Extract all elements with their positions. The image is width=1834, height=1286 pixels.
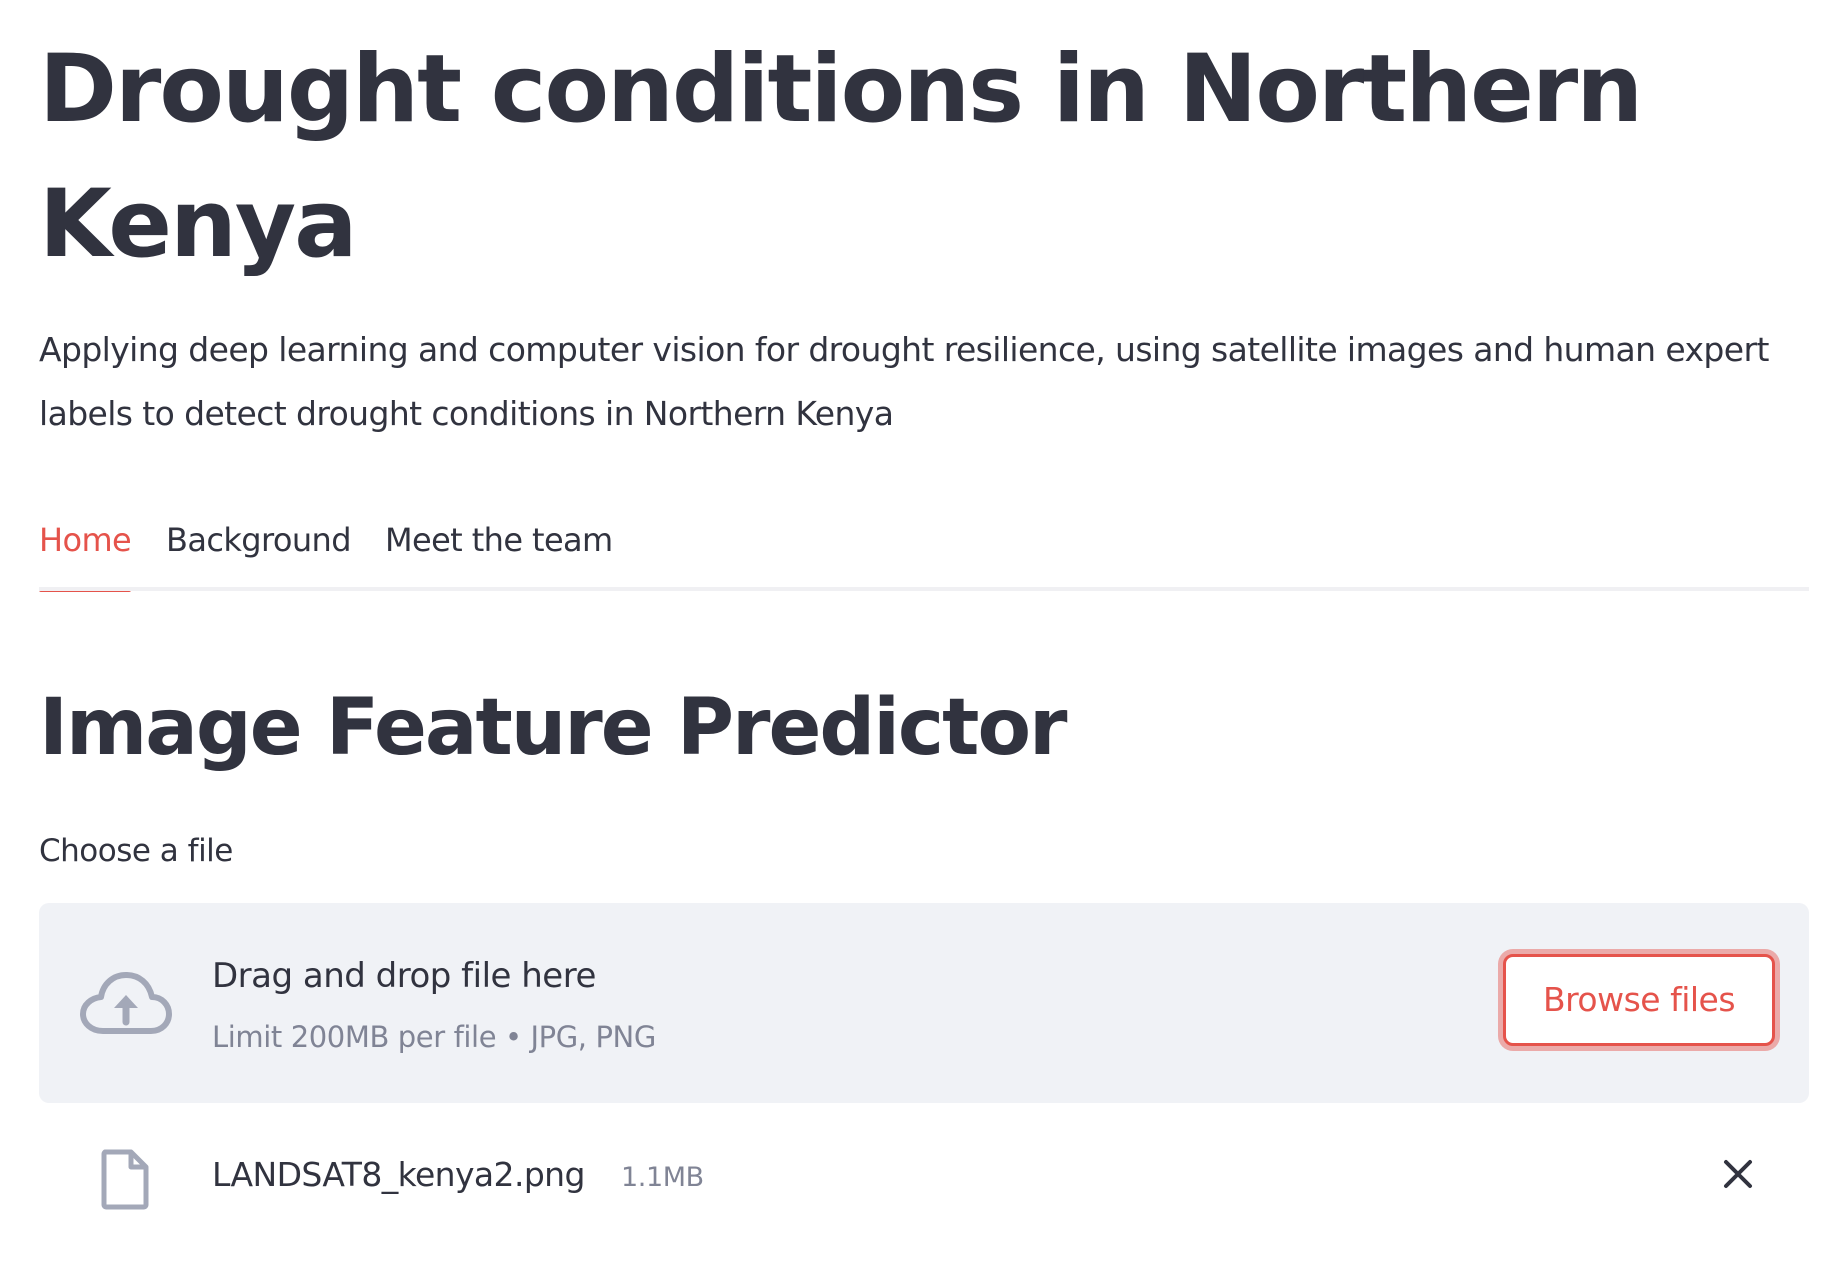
tab-background[interactable]: Background — [166, 512, 352, 592]
tab-meet-the-team[interactable]: Meet the team — [385, 512, 613, 592]
file-dropzone[interactable]: Drag and drop file here Limit 200MB per … — [39, 903, 1809, 1103]
file-uploader-label: Choose a file — [39, 833, 233, 869]
dropzone-hint: Limit 200MB per file • JPG, PNG — [212, 1020, 656, 1054]
close-icon[interactable] — [1714, 1150, 1762, 1198]
tab-bar-divider — [39, 587, 1809, 591]
page-subtitle: Applying deep learning and computer visi… — [39, 330, 1769, 433]
tab-home[interactable]: Home — [39, 512, 132, 592]
section-title: Image Feature Predictor — [39, 683, 1067, 773]
file-icon — [101, 1149, 149, 1210]
uploaded-file-size: 1.1MB — [621, 1162, 704, 1193]
tab-bar: Home Background Meet the team — [39, 512, 1809, 592]
page-title: Drought conditions in Northern Kenya — [39, 35, 1643, 279]
dropzone-title: Drag and drop file here — [212, 956, 596, 996]
cloud-upload-icon — [80, 972, 172, 1034]
browse-files-button[interactable]: Browse files — [1503, 954, 1775, 1046]
uploaded-file-row: LANDSAT8_kenya2.png 1.1MB — [39, 1130, 1809, 1220]
uploaded-file-name: LANDSAT8_kenya2.png — [212, 1155, 585, 1194]
